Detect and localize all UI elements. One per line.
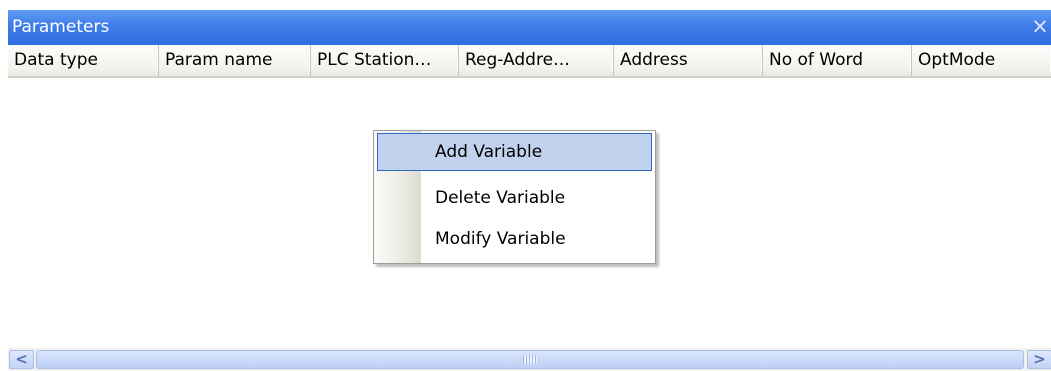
column-header-param-name[interactable]: Param name <box>159 45 311 76</box>
chevron-left-icon[interactable]: < <box>9 350 34 369</box>
menu-item-add-variable[interactable]: Add Variable <box>377 133 652 171</box>
horizontal-scrollbar[interactable]: < > <box>8 348 1051 371</box>
panel-title: Parameters <box>12 17 110 37</box>
column-header-no-of-word[interactable]: No of Word <box>763 45 912 76</box>
column-header-optmode[interactable]: OptMode <box>912 45 1051 76</box>
menu-item-delete-variable[interactable]: Delete Variable <box>377 179 652 217</box>
table-header: Data type Param name PLC Station… Reg-Ad… <box>8 45 1051 78</box>
scrollbar-thumb[interactable] <box>36 350 1024 369</box>
scroll-grip-icon <box>523 355 537 364</box>
column-header-plc-station[interactable]: PLC Station… <box>311 45 459 76</box>
menu-item-modify-variable[interactable]: Modify Variable <box>377 220 652 258</box>
context-menu: Add Variable Delete Variable Modify Vari… <box>373 130 656 264</box>
column-header-address[interactable]: Address <box>614 45 763 76</box>
panel-titlebar[interactable]: Parameters × <box>8 10 1051 45</box>
window-edge <box>0 0 8 371</box>
chevron-right-icon[interactable]: > <box>1027 350 1051 369</box>
column-header-data-type[interactable]: Data type <box>8 45 159 76</box>
column-header-reg-address[interactable]: Reg-Addre… <box>459 45 614 76</box>
close-icon[interactable]: × <box>1031 14 1049 38</box>
